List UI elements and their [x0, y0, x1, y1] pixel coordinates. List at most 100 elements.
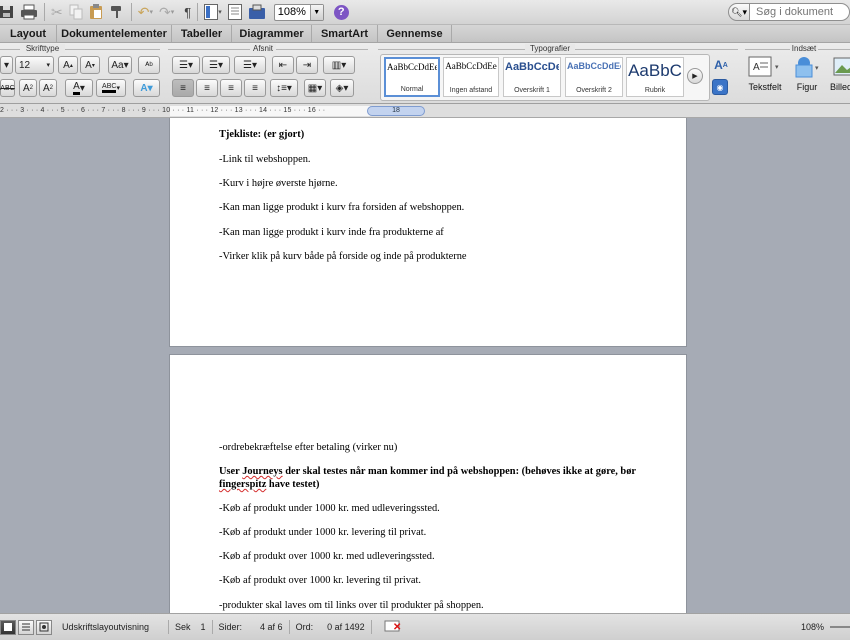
- toolbar-divider: [130, 3, 132, 21]
- style-normal[interactable]: AaBbCcDdEe Normal: [384, 57, 440, 97]
- journey-item: -produkter skal laves om til links over …: [219, 600, 484, 611]
- view-notebook-button[interactable]: [36, 619, 52, 635]
- zoom-select[interactable]: 108% ▼: [273, 3, 324, 21]
- style-name: Normal: [400, 86, 424, 93]
- search-icon[interactable]: 🔍︎▾: [728, 3, 750, 21]
- font-name-dropdown[interactable]: ▾: [0, 56, 13, 74]
- toolbox-icon[interactable]: [248, 2, 266, 22]
- tab-diagrammer[interactable]: Diagrammer: [232, 25, 312, 42]
- zoom-slider[interactable]: [830, 626, 850, 628]
- spelling-error-fingerspitz[interactable]: fingerspitz: [219, 479, 266, 490]
- paste-icon[interactable]: [89, 2, 103, 22]
- tab-smartart[interactable]: SmartArt: [312, 25, 378, 42]
- gallery-icon[interactable]: [227, 2, 242, 22]
- change-case-button[interactable]: Aa▾: [108, 56, 132, 74]
- journey-item: -Køb af produkt under 1000 kr. med udlev…: [219, 503, 440, 514]
- svg-text:▾: ▾: [815, 65, 819, 72]
- cut-icon[interactable]: ✂: [51, 2, 63, 22]
- text-effects-button[interactable]: A▾: [133, 79, 160, 97]
- styles-scroll-button[interactable]: ▶: [687, 68, 703, 84]
- view-draft-button[interactable]: [0, 619, 16, 635]
- insert-textbox-button[interactable]: A ▾ Tekstfelt: [748, 55, 782, 92]
- view-outline-button[interactable]: [18, 619, 34, 635]
- status-divider: [288, 620, 290, 634]
- increase-indent-button[interactable]: ⇥: [296, 56, 318, 74]
- style-no-spacing[interactable]: AaBbCcDdEe Ingen afstand: [443, 57, 499, 97]
- save-icon[interactable]: [0, 2, 14, 22]
- tab-dokumentelementer[interactable]: Dokumentelementer: [57, 25, 172, 42]
- checklist-item: -Virker klik på kurv både på forside og …: [219, 251, 467, 262]
- undo-icon[interactable]: ↶ ▾: [138, 2, 153, 22]
- superscript-button[interactable]: A2: [19, 79, 37, 97]
- style-name: Overskrift 2: [576, 87, 612, 94]
- checklist-item: -Kurv i højre øverste hjørne.: [219, 178, 338, 189]
- page[interactable]: -ordrebekræftelse efter betaling (virker…: [170, 355, 686, 613]
- style-pane-icon[interactable]: ◉: [712, 79, 728, 95]
- tab-gennemse[interactable]: Gennemse: [378, 25, 452, 42]
- highlight-button[interactable]: ABC ▾: [96, 79, 126, 97]
- heading-text: have testet): [266, 479, 320, 490]
- align-right-button[interactable]: ≡: [220, 79, 242, 97]
- strikethrough-button[interactable]: ABC: [0, 79, 15, 97]
- spelling-check-icon[interactable]: ✕: [384, 619, 402, 635]
- redo-icon[interactable]: ↷ ▾: [159, 2, 174, 22]
- grow-font-button[interactable]: A ▴: [58, 56, 78, 74]
- tab-tabeller[interactable]: Tabeller: [172, 25, 232, 42]
- align-center-button[interactable]: ≡: [196, 79, 218, 97]
- insert-shape-button[interactable]: ▾ Figur: [792, 55, 822, 92]
- decrease-indent-button[interactable]: ⇤: [272, 56, 294, 74]
- chevron-down-icon: ▼: [309, 4, 323, 20]
- pages-value[interactable]: 4 af 6: [260, 622, 283, 632]
- style-sample: AaBbCcDe: [505, 61, 559, 73]
- numbering-button[interactable]: ☰▾: [202, 56, 230, 74]
- words-value[interactable]: 0 af 1492: [327, 622, 365, 632]
- outline-view-icon: [22, 623, 30, 631]
- page[interactable]: Tjekliste: (er gjort) -Link til webshopp…: [170, 118, 686, 346]
- shading-button[interactable]: ◈▾: [330, 79, 354, 97]
- font-size-select[interactable]: 12 ▾: [15, 56, 54, 74]
- heading-text: User: [219, 466, 243, 477]
- line-spacing-button[interactable]: ↕≡▾: [270, 79, 298, 97]
- format-painter-icon[interactable]: [109, 2, 125, 22]
- tab-layout[interactable]: Layout: [0, 25, 57, 42]
- style-sample: AaBbC: [628, 61, 682, 80]
- subscript-button[interactable]: A2: [39, 79, 57, 97]
- journey-item: -Køb af produkt over 1000 kr. levering t…: [219, 575, 421, 586]
- font-color-button[interactable]: A ▾: [65, 79, 93, 97]
- sidebar-icon[interactable]: ▾: [204, 2, 222, 22]
- columns-button[interactable]: ▥▾: [323, 56, 355, 74]
- text-styles-icon[interactable]: AA: [710, 55, 732, 75]
- align-left-button[interactable]: ≡: [172, 79, 194, 97]
- justify-button[interactable]: ≡: [244, 79, 266, 97]
- copy-icon[interactable]: [69, 2, 83, 22]
- ruler-numbers: 2 · · · 3 · · · 4 · · · 5 · · · 6 · · · …: [0, 107, 326, 114]
- words-label: Ord:: [295, 622, 314, 632]
- style-title[interactable]: AaBbC Rubrik: [626, 57, 684, 97]
- clear-formatting-button[interactable]: ᴬᵇ: [138, 56, 160, 74]
- checklist-item: -Kan man ligge produkt i kurv fra forsid…: [219, 202, 465, 213]
- help-icon[interactable]: ?: [333, 4, 349, 20]
- journey-item: -Køb af produkt under 1000 kr. levering …: [219, 527, 427, 538]
- ribbon-home: Skrifttype Afsnit Typografier Indsæt ▾ 1…: [0, 43, 850, 104]
- horizontal-ruler[interactable]: 2 · · · 3 · · · 4 · · · 5 · · · 6 · · · …: [0, 104, 850, 118]
- multilevel-list-button[interactable]: ☰▾: [234, 56, 266, 74]
- svg-text:A: A: [753, 62, 760, 73]
- document-area[interactable]: Tjekliste: (er gjort) -Link til webshopp…: [0, 118, 850, 613]
- bullets-button[interactable]: ☰▾: [172, 56, 200, 74]
- spelling-error-journeys[interactable]: Journeys: [242, 466, 282, 477]
- print-icon[interactable]: [20, 2, 38, 22]
- insert-picture-button[interactable]: Billeder: [830, 55, 850, 92]
- pilcrow-icon[interactable]: ¶: [184, 2, 191, 22]
- borders-button[interactable]: ▦▾: [304, 79, 326, 97]
- chevron-down-icon: ▾: [46, 62, 50, 69]
- search-input[interactable]: [750, 3, 850, 21]
- user-journeys-heading: User Journeys der skal testes når man ko…: [219, 465, 639, 491]
- style-heading-1[interactable]: AaBbCcDe Overskrift 1: [503, 57, 561, 97]
- textbox-icon: A ▾: [748, 56, 779, 77]
- group-font-title: Skrifttype: [20, 44, 65, 53]
- ruler-right-margin-marker[interactable]: 18: [367, 106, 425, 116]
- shrink-font-button[interactable]: A ▾: [80, 56, 100, 74]
- journey-item: -Køb af produkt over 1000 kr. med udleve…: [219, 551, 435, 562]
- style-heading-2[interactable]: AaBbCcDdEe Overskrift 2: [565, 57, 623, 97]
- style-name: Overskrift 1: [514, 87, 550, 94]
